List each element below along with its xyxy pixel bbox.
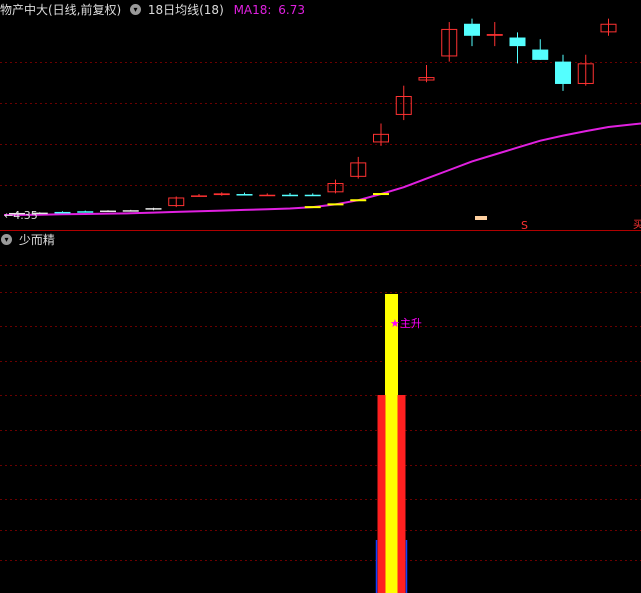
chevron-down-icon[interactable]: ▾ xyxy=(130,4,142,15)
volume-tag xyxy=(475,216,487,220)
s-marker: S xyxy=(521,219,528,232)
price-marker: ←4.35 xyxy=(4,209,38,222)
candle-body xyxy=(100,210,116,213)
ma-label: MA18: xyxy=(233,3,272,17)
signal-upper-bar xyxy=(385,294,398,395)
candle-body xyxy=(54,211,71,214)
candle-body xyxy=(145,208,162,210)
candle-body xyxy=(213,193,230,196)
signal-inner-bar xyxy=(385,395,398,593)
indicator-name[interactable]: 18日均线(18) xyxy=(148,0,224,20)
candle-body xyxy=(122,210,139,212)
candles xyxy=(9,18,617,215)
candle-body xyxy=(304,194,321,197)
candle-body xyxy=(77,211,94,213)
signal-bar xyxy=(375,294,408,593)
candle-body xyxy=(464,23,480,36)
top-panel-header: 物产中大(日线,前复权) ▾ 18日均线(18) MA18: 6.73 xyxy=(0,0,305,20)
bottom-grid xyxy=(0,265,641,561)
chevron-down-icon[interactable]: ▾ xyxy=(1,234,12,245)
chart-canvas: ←4.35 S 买 ★主升 xyxy=(0,18,641,593)
candle-body xyxy=(532,49,549,60)
right-marker: 买 xyxy=(633,219,641,231)
candle-body xyxy=(259,194,276,197)
signal-label: ★主升 xyxy=(390,317,422,330)
candle-body xyxy=(282,194,298,197)
indicator-title[interactable]: 少而精 xyxy=(19,230,55,250)
bottom-panel-header: ▾ 少而精 xyxy=(0,230,55,250)
top-grid xyxy=(0,62,641,186)
ma-value: 6.73 xyxy=(278,3,305,17)
candle-body xyxy=(509,37,526,47)
candle-body xyxy=(555,61,571,84)
candle-body xyxy=(236,194,253,196)
ma18-line xyxy=(3,122,641,216)
candle-body xyxy=(191,195,207,197)
stock-title: 物产中大(日线,前复权) xyxy=(0,3,122,17)
candle-body xyxy=(486,34,503,36)
